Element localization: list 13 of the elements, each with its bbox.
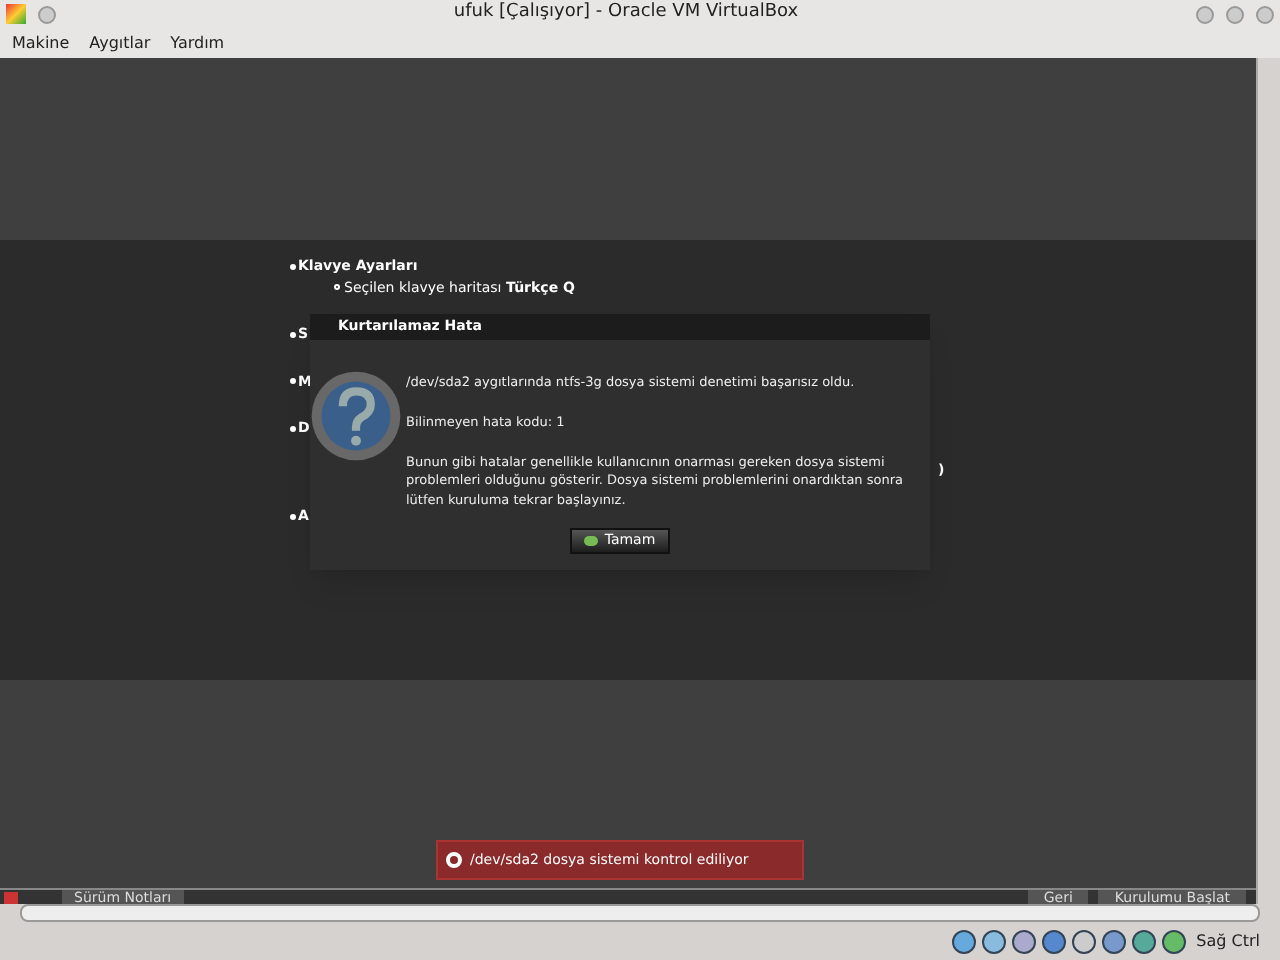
bullet-icon [290,513,296,520]
menu-item[interactable]: Makine [12,31,70,55]
bullet-icon [290,425,296,432]
bullet-icon [290,331,296,338]
bullet-icon [334,284,340,291]
menu-item[interactable]: Yardım [170,31,225,55]
window-title: ufuk [Çalışıyor] - Oracle VM VirtualBox [451,0,801,27]
app-icon [6,4,26,24]
bullet-icon [290,263,296,270]
host-key-label: Sağ Ctrl [1196,929,1260,953]
menu-item[interactable]: Aygıtlar [89,31,151,55]
bullet-icon [290,378,296,385]
question-icon [310,370,402,462]
